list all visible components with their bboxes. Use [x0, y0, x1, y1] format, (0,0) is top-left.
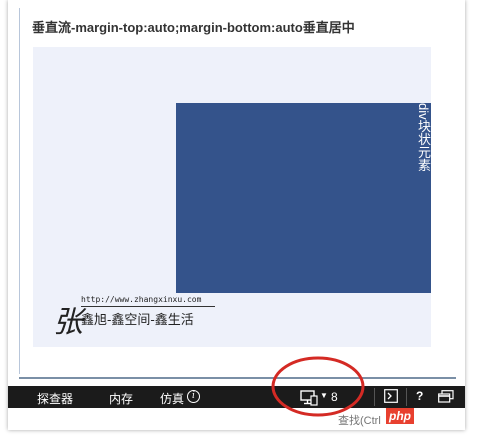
demo-container: div块状元素 张 http://www.zhangxinxu.com 鑫旭-鑫…	[33, 47, 431, 347]
watermark-url: http://www.zhangxinxu.com	[81, 295, 202, 304]
info-icon[interactable]: i	[187, 390, 200, 403]
page-bottom-border	[19, 377, 456, 379]
watermark-motto: 鑫旭-鑫空间-鑫生活	[81, 313, 194, 328]
page-title: 垂直流-margin-top:auto;margin-bottom:auto垂直…	[32, 20, 355, 35]
undock-window-icon[interactable]	[438, 390, 454, 403]
watermark-signature: 张	[53, 305, 83, 340]
screenshot-stage: 垂直流-margin-top:auto;margin-bottom:auto垂直…	[0, 0, 477, 438]
watermark-divider	[81, 306, 215, 307]
author-watermark: 张 http://www.zhangxinxu.com 鑫旭-鑫空间-鑫生活	[53, 295, 253, 340]
toolbar-divider	[374, 388, 375, 406]
tab-memory[interactable]: 内存	[109, 390, 133, 407]
devtools-toolbar: 探查器 内存 仿真 i ▼ 8 ?	[8, 386, 465, 408]
tab-inspector[interactable]: 探查器	[37, 390, 73, 407]
emulation-count: 8	[331, 390, 338, 404]
console-icon[interactable]	[384, 389, 398, 403]
help-icon[interactable]: ?	[416, 389, 423, 403]
toolbar-divider	[406, 388, 407, 406]
php-logo-badge: php	[386, 408, 414, 424]
emulation-dropdown-button[interactable]: ▼ 8	[298, 387, 354, 407]
tab-emulation[interactable]: 仿真	[160, 390, 184, 407]
block-element-label: div块状元素	[416, 103, 431, 172]
page-left-border	[19, 8, 20, 374]
caret-down-icon: ▼	[320, 391, 328, 400]
monitor-icon	[300, 390, 318, 406]
block-element-demo: div块状元素	[176, 103, 431, 293]
